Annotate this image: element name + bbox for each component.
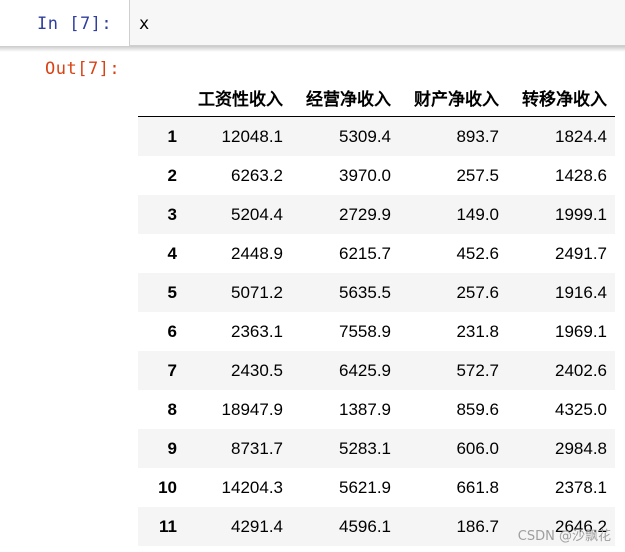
table-cell: 661.8 — [456, 477, 499, 497]
table-cell: 1969.1 — [555, 321, 607, 341]
table-cell: 5283.1 — [339, 438, 391, 458]
row-index: 11 — [159, 516, 177, 536]
table-cell: 859.6 — [456, 399, 499, 419]
table-cell: 2729.9 — [339, 204, 391, 224]
table-cell: 1428.6 — [555, 165, 607, 185]
table-cell: 14204.3 — [221, 477, 283, 497]
table-cell: 7558.9 — [339, 321, 391, 341]
table-row: 9 8731.7 5283.1 606.0 2984.8 — [138, 429, 615, 468]
row-index: 7 — [167, 360, 177, 380]
table-cell: 149.0 — [456, 204, 499, 224]
table-cell: 6263.2 — [231, 165, 283, 185]
table-cell: 5071.2 — [231, 282, 283, 302]
table-row: 7 2430.5 6425.9 572.7 2402.6 — [138, 351, 615, 390]
row-index: 6 — [167, 321, 177, 341]
code-text[interactable]: x — [139, 14, 149, 34]
row-index: 10 — [158, 477, 177, 497]
table-cell: 5635.5 — [339, 282, 391, 302]
table-cell: 257.5 — [456, 165, 499, 185]
dataframe-table: 工资性收入 经营净收入 财产净收入 转移净收入 1 12048.1 5309.4 89… — [138, 78, 615, 546]
index-header — [138, 78, 183, 117]
input-prompt: In [7]: — [37, 14, 113, 34]
table-cell: 5204.4 — [231, 204, 283, 224]
table-cell: 4291.4 — [231, 516, 283, 536]
table-cell: 2448.9 — [231, 243, 283, 263]
watermark: CSDN @沙飘花 — [517, 529, 611, 544]
column-header: 转移净收入 — [507, 78, 615, 117]
column-header: 经营净收入 — [291, 78, 399, 117]
table-cell: 1999.1 — [555, 204, 607, 224]
cell-divider-shadow — [0, 46, 625, 52]
table-cell: 2378.1 — [555, 477, 607, 497]
table-cell: 893.7 — [456, 126, 499, 146]
table-cell: 1824.4 — [555, 126, 607, 146]
row-index: 8 — [167, 399, 177, 419]
table-cell: 572.7 — [456, 360, 499, 380]
row-index: 1 — [167, 126, 177, 146]
row-index: 5 — [167, 282, 177, 302]
table-cell: 2363.1 — [231, 321, 283, 341]
table-row: 10 14204.3 5621.9 661.8 2378.1 — [138, 468, 615, 507]
table-row: 6 2363.1 7558.9 231.8 1969.1 — [138, 312, 615, 351]
row-index: 2 — [167, 165, 177, 185]
table-row: 4 2448.9 6215.7 452.6 2491.7 — [138, 234, 615, 273]
table-cell: 452.6 — [456, 243, 499, 263]
table-cell: 2430.5 — [231, 360, 283, 380]
table-cell: 4596.1 — [339, 516, 391, 536]
column-header: 工资性收入 — [183, 78, 291, 117]
table-cell: 231.8 — [456, 321, 499, 341]
table-row: 1 12048.1 5309.4 893.7 1824.4 — [138, 116, 615, 156]
input-cell: In [7]: x — [0, 0, 625, 52]
table-cell: 257.6 — [456, 282, 499, 302]
table-cell: 18947.9 — [221, 399, 283, 419]
table-cell: 606.0 — [456, 438, 499, 458]
table-cell: 2491.7 — [555, 243, 607, 263]
table-cell: 1387.9 — [339, 399, 391, 419]
column-header: 财产净收入 — [399, 78, 507, 117]
table-cell: 1916.4 — [555, 282, 607, 302]
code-editor[interactable]: x — [129, 0, 625, 46]
table-cell: 6425.9 — [339, 360, 391, 380]
table-row: 8 18947.9 1387.9 859.6 4325.0 — [138, 390, 615, 429]
table-cell: 6215.7 — [339, 243, 391, 263]
table-cell: 186.7 — [456, 516, 499, 536]
row-index: 3 — [167, 204, 177, 224]
table-row: 5 5071.2 5635.5 257.6 1916.4 — [138, 273, 615, 312]
table-cell: 8731.7 — [231, 438, 283, 458]
output-prompt: Out[7]: — [45, 59, 121, 79]
table-cell: 5309.4 — [339, 126, 391, 146]
table-header-row: 工资性收入 经营净收入 财产净收入 转移净收入 — [138, 78, 615, 117]
table-cell: 12048.1 — [221, 126, 283, 146]
row-index: 4 — [167, 243, 177, 263]
table-row: 3 5204.4 2729.9 149.0 1999.1 — [138, 195, 615, 234]
table-cell: 4325.0 — [555, 399, 607, 419]
table-cell: 2402.6 — [555, 360, 607, 380]
table-cell: 2984.8 — [555, 438, 607, 458]
row-index: 9 — [167, 438, 177, 458]
table-cell: 3970.0 — [339, 165, 391, 185]
table-row: 2 6263.2 3970.0 257.5 1428.6 — [138, 156, 615, 195]
table-cell: 5621.9 — [339, 477, 391, 497]
